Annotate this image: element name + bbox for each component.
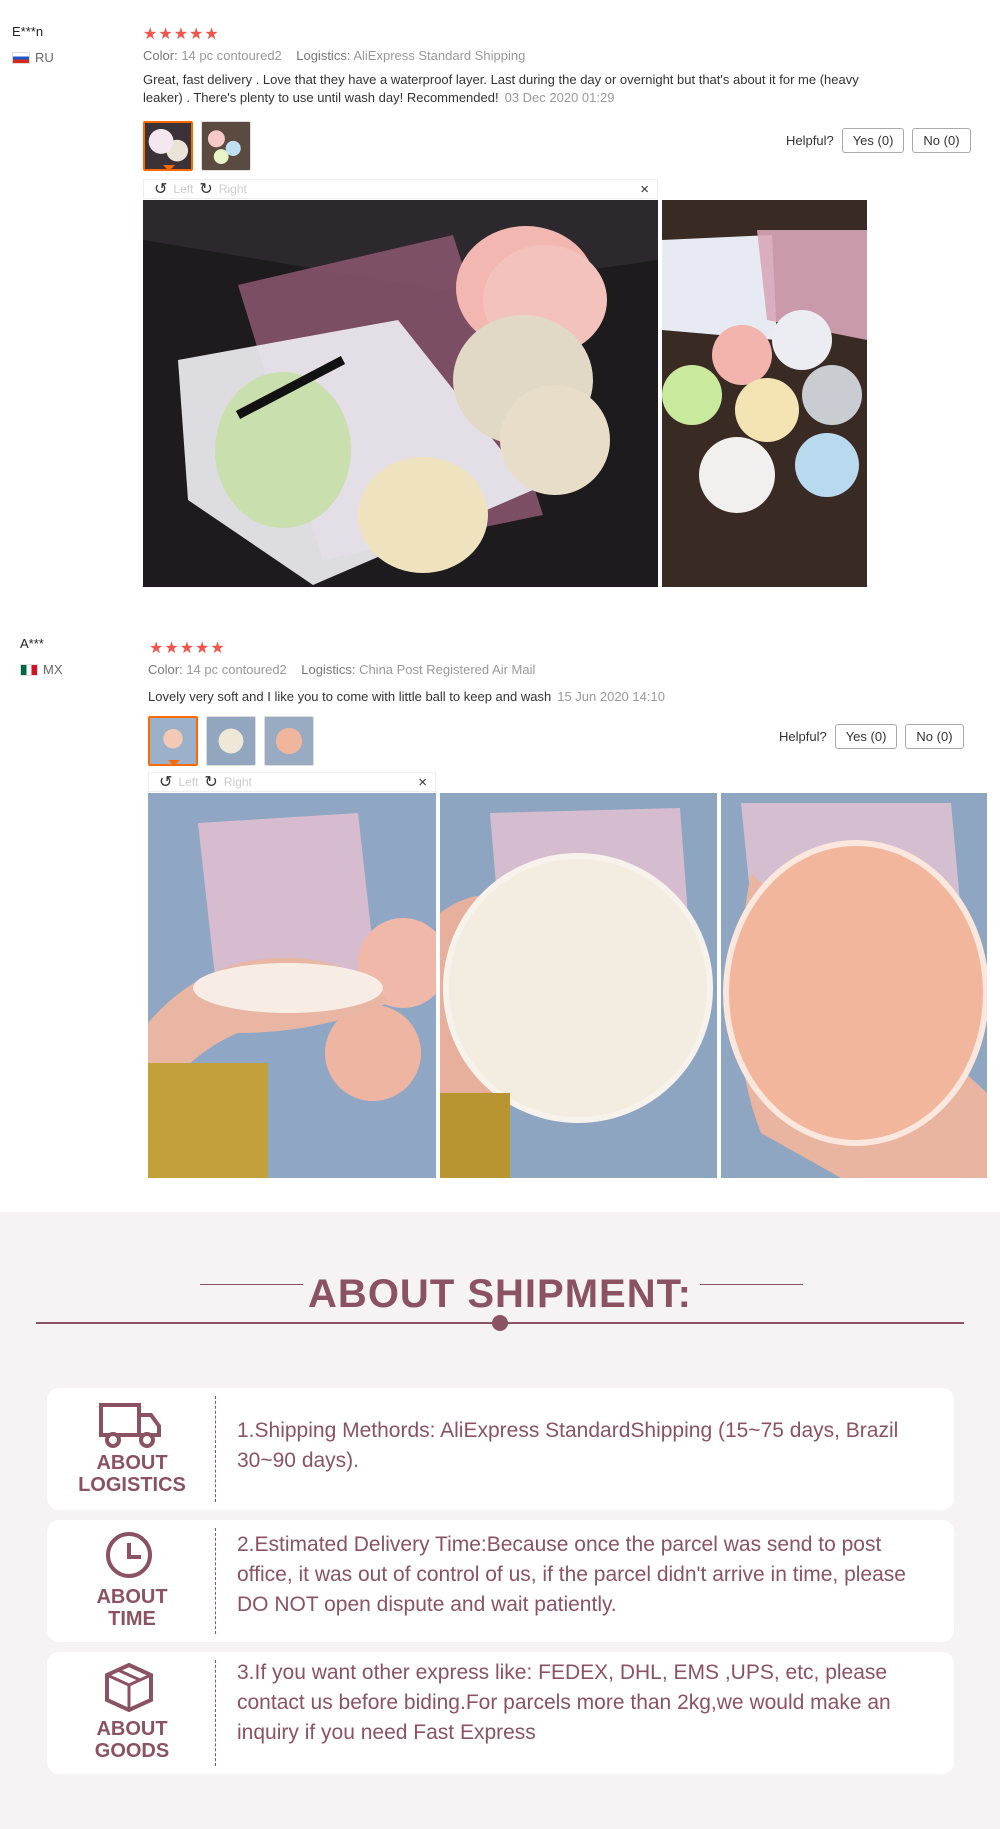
card-label-line2: GOODS	[94, 1740, 170, 1762]
review-meta: Color: 14 pc contoured2 Logistics: AliEx…	[143, 48, 525, 63]
helpful-no-button[interactable]: No (0)	[912, 128, 971, 153]
truck-icon	[99, 1403, 161, 1448]
card-separator	[215, 1660, 216, 1766]
review-meta: Color: 14 pc contoured2 Logistics: China…	[148, 662, 535, 677]
shipment-card-time: ABOUT TIME 2.Estimated Delivery Time:Bec…	[47, 1520, 954, 1642]
review-photo-main[interactable]	[148, 793, 436, 1178]
card-label: ABOUT GOODS	[67, 1718, 197, 1762]
review-thumbnail[interactable]	[201, 121, 251, 171]
shipment-card-logistics: ABOUT LOGISTICS 1.Shipping Methords: Ali…	[47, 1388, 954, 1510]
color-value: 14 pc contoured2	[181, 48, 282, 63]
review-item: A*** MX ★★★★★ Color: 14 pc contoured2 Lo…	[0, 620, 1000, 1190]
card-separator	[215, 1396, 216, 1502]
clock-icon	[106, 1532, 152, 1578]
reviewer-country: MX	[20, 662, 63, 677]
helpful-yes-button[interactable]: Yes (0)	[841, 128, 905, 153]
card-label-line1: ABOUT	[96, 1718, 168, 1740]
review-photo-tertiary[interactable]	[721, 793, 987, 1178]
color-value: 14 pc contoured2	[186, 662, 287, 677]
photo-pink-pad	[721, 793, 987, 1178]
title-divider-right	[700, 1284, 803, 1285]
photo-cream-pad	[440, 793, 717, 1178]
review-date: 03 Dec 2020 01:29	[504, 90, 615, 105]
card-description: 2.Estimated Delivery Time:Because once t…	[237, 1533, 906, 1616]
country-code: RU	[35, 50, 54, 65]
review-text: Lovely very soft and I like you to come …	[148, 688, 908, 706]
reviewer-country: RU	[12, 50, 54, 65]
helpful-no-button[interactable]: No (0)	[905, 724, 964, 749]
card-label-line2: TIME	[108, 1608, 156, 1630]
helpful-section: Helpful? Yes (0) No (0)	[786, 128, 971, 153]
logistics-label: Logistics:	[296, 48, 351, 63]
image-viewer-toolbar: ↺ Left ↻ Right ×	[143, 179, 658, 199]
rotate-left-label[interactable]: Left	[173, 182, 193, 196]
card-label: ABOUT LOGISTICS	[67, 1452, 197, 1496]
review-photo-main[interactable]	[143, 200, 658, 587]
review-thumbnail[interactable]	[264, 716, 314, 766]
color-label: Color:	[143, 48, 178, 63]
review-photo-secondary[interactable]	[440, 793, 717, 1178]
card-label-line2: LOGISTICS	[78, 1474, 186, 1496]
close-viewer-button[interactable]: ×	[418, 774, 427, 791]
review-thumbnail[interactable]	[148, 716, 198, 766]
logistics-value: AliExpress Standard Shipping	[353, 48, 526, 63]
reviewer-name: E***n	[12, 24, 44, 39]
rotate-left-label[interactable]: Left	[178, 775, 198, 789]
thumbnail-strip	[148, 716, 314, 766]
helpful-label: Helpful?	[786, 133, 834, 148]
card-label-line1: ABOUT	[96, 1586, 168, 1608]
shipment-title: ABOUT SHIPMENT:	[308, 1272, 692, 1316]
logistics-label: Logistics:	[301, 662, 356, 677]
card-description: 3.If you want other express like: FEDEX,…	[237, 1661, 891, 1744]
thumbnail-strip	[143, 121, 251, 171]
card-label: ABOUT TIME	[67, 1586, 197, 1630]
rotate-right-label[interactable]: Right	[219, 182, 247, 196]
box-icon	[105, 1662, 153, 1712]
review-body: Great, fast delivery . Love that they ha…	[143, 72, 859, 105]
rotate-right-icon[interactable]: ↻	[204, 772, 217, 792]
photo-hand-pad	[148, 793, 436, 1178]
rotate-left-icon[interactable]: ↺	[154, 179, 167, 199]
close-viewer-button[interactable]: ×	[640, 181, 649, 198]
review-thumbnail[interactable]	[206, 716, 256, 766]
review-text: Great, fast delivery . Love that they ha…	[143, 71, 888, 107]
logistics-value: China Post Registered Air Mail	[359, 662, 536, 677]
divider-dot	[492, 1315, 508, 1331]
flag-ru-icon	[12, 51, 30, 64]
photo-mesh-bags-pads	[143, 200, 658, 587]
review-photo-secondary[interactable]	[662, 200, 867, 587]
rotate-right-icon[interactable]: ↻	[199, 179, 212, 199]
card-separator	[215, 1528, 216, 1634]
card-description: 1.Shipping Methords: AliExpress Standard…	[237, 1419, 899, 1472]
rotate-right-label[interactable]: Right	[224, 775, 252, 789]
image-viewer-toolbar: ↺ Left ↻ Right ×	[148, 772, 436, 792]
country-code: MX	[43, 662, 63, 677]
reviewer-name: A***	[20, 636, 44, 651]
review-thumbnail[interactable]	[143, 121, 193, 171]
shipment-card-goods: ABOUT GOODS 3.If you want other express …	[47, 1652, 954, 1774]
card-label-line1: ABOUT	[96, 1452, 168, 1474]
helpful-section: Helpful? Yes (0) No (0)	[779, 724, 964, 749]
shipment-section: ABOUT SHIPMENT: ABOUT LOGISTICS 1.Shippi…	[0, 1212, 1000, 1829]
flag-mx-icon	[20, 663, 38, 676]
review-date: 15 Jun 2020 14:10	[557, 689, 665, 704]
color-label: Color:	[148, 662, 183, 677]
helpful-label: Helpful?	[779, 729, 827, 744]
review-item: E***n RU ★★★★★ Color: 14 pc contoured2 L…	[0, 0, 1000, 600]
star-rating: ★★★★★	[143, 26, 220, 43]
photo-pads-table	[662, 200, 867, 587]
review-body: Lovely very soft and I like you to come …	[148, 689, 552, 704]
rotate-left-icon[interactable]: ↺	[159, 772, 172, 792]
helpful-yes-button[interactable]: Yes (0)	[834, 724, 898, 749]
star-rating: ★★★★★	[149, 640, 226, 657]
